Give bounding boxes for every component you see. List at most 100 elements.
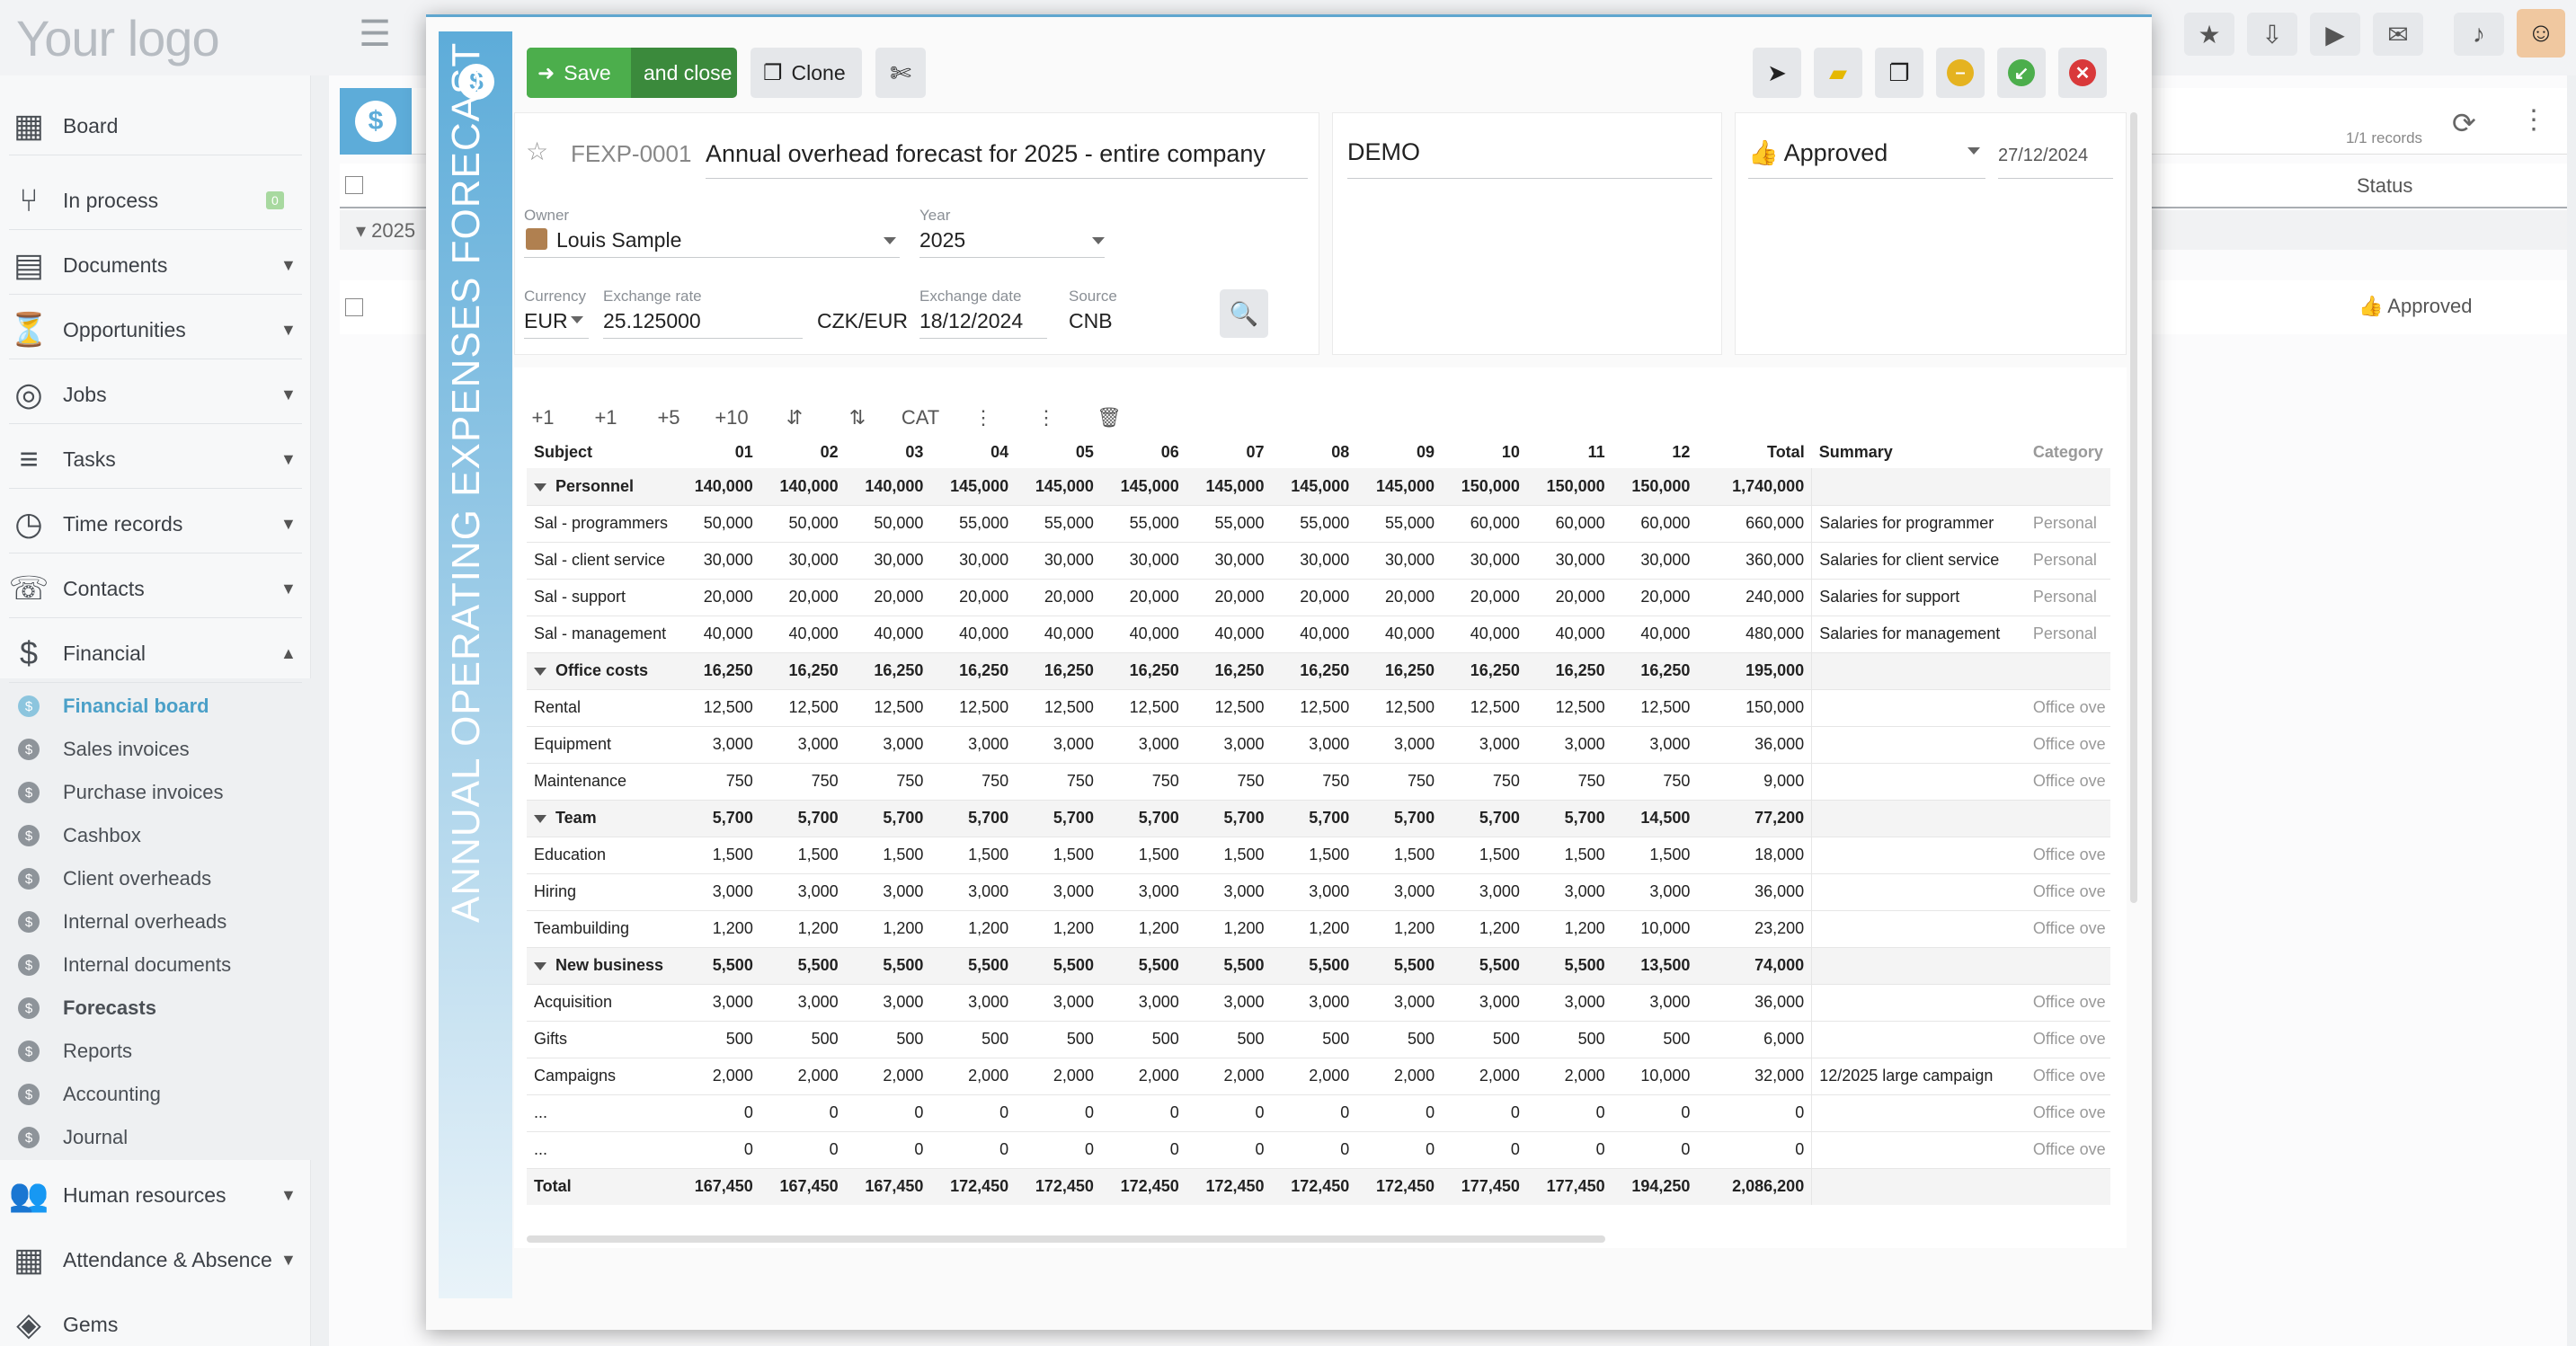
group-row[interactable]: Team 5,700 5,700 5,700 5,700 5,700 5,700 5,700 5… [527, 800, 2110, 837]
subject-cell[interactable]: Sal - management [527, 615, 676, 653]
month-cell[interactable]: 1,200 [930, 910, 1017, 948]
month-cell[interactable]: 1,200 [1100, 910, 1186, 948]
month-cell[interactable]: 16,250 [1526, 652, 1612, 690]
subject-cell[interactable]: Hiring [527, 873, 676, 911]
category-cell[interactable]: Personal [2025, 505, 2110, 543]
month-cell[interactable]: 5,700 [675, 800, 760, 837]
grid-tool-button[interactable]: +5 [649, 394, 688, 441]
month-cell[interactable]: 145,000 [930, 468, 1017, 506]
subject-cell[interactable]: Office costs [527, 652, 676, 690]
month-cell[interactable]: 172,450 [1016, 1168, 1101, 1205]
category-cell[interactable]: Office ove [2025, 1131, 2110, 1169]
grid-tool-button[interactable]: CAT [901, 394, 940, 441]
month-cell[interactable]: 167,450 [675, 1168, 760, 1205]
month-cell[interactable]: 5,500 [675, 947, 760, 985]
month-cell[interactable]: 3,000 [1442, 984, 1527, 1022]
financial-subitem[interactable]: $ Forecasts [0, 987, 311, 1030]
month-cell[interactable]: 0 [930, 1131, 1017, 1169]
month-cell[interactable]: 2,000 [1100, 1058, 1186, 1095]
month-cell[interactable]: 172,450 [1271, 1168, 1357, 1205]
month-cell[interactable]: 3,000 [845, 984, 931, 1022]
group-row[interactable]: New business 5,500 5,500 5,500 5,500 5,500 5,5… [527, 947, 2110, 985]
sidebar-item-in-process[interactable]: ⑂ In process 0 [0, 173, 311, 227]
document-title-input[interactable]: Annual overhead forecast for 2025 - enti… [706, 140, 1266, 168]
sidebar-item-financial[interactable]: $ Financial ▲ [0, 626, 311, 680]
month-cell[interactable]: 16,250 [759, 652, 846, 690]
month-cell[interactable]: 167,450 [759, 1168, 846, 1205]
month-cell[interactable]: 750 [1186, 763, 1272, 801]
month-cell[interactable]: 3,000 [1612, 984, 1698, 1022]
month-cell[interactable]: 40,000 [1612, 615, 1698, 653]
month-cell[interactable]: 3,000 [1356, 726, 1443, 764]
month-cell[interactable]: 5,500 [1186, 947, 1272, 985]
chevron-icon[interactable]: ▼ [280, 321, 297, 340]
category-cell[interactable]: Office ove [2025, 873, 2110, 911]
month-cell[interactable]: 500 [845, 1021, 931, 1058]
grid-tool-button[interactable]: +1 [523, 394, 563, 441]
table-row[interactable]: Hiring 3,000 3,000 3,000 3,000 3,000 3,000 3,00… [527, 873, 2110, 911]
month-cell[interactable]: 150,000 [1526, 468, 1612, 506]
month-cell[interactable]: 55,000 [1186, 505, 1272, 543]
month-cell[interactable]: 3,000 [930, 984, 1017, 1022]
month-cell[interactable]: 60,000 [1612, 505, 1698, 543]
table-row[interactable]: Rental 12,500 12,500 12,500 12,500 12,500 12,5… [527, 689, 2110, 727]
month-cell[interactable]: 20,000 [1016, 579, 1101, 616]
month-cell[interactable]: 0 [1442, 1094, 1527, 1132]
month-cell[interactable]: 0 [1612, 1131, 1698, 1169]
summary-cell[interactable]: Salaries for management [1811, 615, 2026, 653]
documents-button[interactable]: ❐ [1875, 48, 1923, 98]
month-cell[interactable]: 194,250 [1612, 1168, 1698, 1205]
star-icon[interactable]: ★ [2184, 13, 2234, 56]
month-cell[interactable]: 500 [1442, 1021, 1527, 1058]
summary-cell[interactable] [1811, 652, 2026, 690]
exchange-date-input[interactable]: 18/12/2024 [919, 309, 1023, 333]
month-cell[interactable]: 172,450 [1356, 1168, 1443, 1205]
table-row[interactable]: Campaigns 2,000 2,000 2,000 2,000 2,000 2,000 2… [527, 1058, 2110, 1095]
category-cell[interactable] [2025, 800, 2110, 837]
month-cell[interactable]: 500 [759, 1021, 846, 1058]
month-cell[interactable]: 500 [930, 1021, 1017, 1058]
month-cell[interactable]: 20,000 [1442, 579, 1527, 616]
status-select[interactable]: 👍 Approved [1748, 138, 1888, 167]
month-cell[interactable]: 0 [1612, 1094, 1698, 1132]
tools-button[interactable]: ✄ [875, 48, 926, 98]
category-cell[interactable]: Personal [2025, 579, 2110, 616]
video-icon[interactable]: ▶ [2310, 13, 2360, 56]
month-cell[interactable]: 3,000 [675, 984, 760, 1022]
month-cell[interactable]: 30,000 [1442, 542, 1527, 580]
grid-tool-button[interactable]: ⇅ [838, 394, 877, 441]
subject-cell[interactable]: New business [527, 947, 676, 985]
month-cell[interactable]: 16,250 [1612, 652, 1698, 690]
month-cell[interactable]: 20,000 [1100, 579, 1186, 616]
chevron-icon[interactable]: ▼ [280, 450, 297, 469]
month-cell[interactable]: 3,000 [1356, 873, 1443, 911]
month-cell[interactable]: 5,700 [1016, 800, 1101, 837]
month-cell[interactable]: 0 [1186, 1131, 1272, 1169]
month-cell[interactable]: 1,500 [845, 837, 931, 874]
favorite-star-icon[interactable]: ☆ [526, 137, 548, 166]
month-cell[interactable]: 12,500 [930, 689, 1017, 727]
month-cell[interactable]: 5,700 [1356, 800, 1443, 837]
month-cell[interactable]: 500 [675, 1021, 760, 1058]
category-cell[interactable]: Office ove [2025, 1058, 2110, 1095]
subject-cell[interactable]: Education [527, 837, 676, 874]
month-cell[interactable]: 2,000 [1271, 1058, 1357, 1095]
inbox-icon[interactable]: ⇩ [2247, 13, 2297, 56]
month-cell[interactable]: 500 [1271, 1021, 1357, 1058]
sidebar-item-attendance[interactable]: ▦ Attendance & Absence ▼ [0, 1233, 311, 1287]
month-cell[interactable]: 16,250 [1271, 652, 1357, 690]
summary-cell[interactable]: Salaries for support [1811, 579, 2026, 616]
month-cell[interactable]: 40,000 [1442, 615, 1527, 653]
subject-cell[interactable]: Campaigns [527, 1058, 676, 1095]
month-cell[interactable]: 20,000 [845, 579, 931, 616]
collapse-triangle-icon[interactable] [534, 483, 546, 491]
month-cell[interactable]: 500 [1612, 1021, 1698, 1058]
month-cell[interactable]: 3,000 [1016, 984, 1101, 1022]
month-cell[interactable]: 3,000 [1186, 873, 1272, 911]
month-cell[interactable]: 1,200 [759, 910, 846, 948]
month-cell[interactable]: 20,000 [1186, 579, 1272, 616]
summary-cell[interactable]: Salaries for client service [1811, 542, 2026, 580]
month-cell[interactable]: 16,250 [1016, 652, 1101, 690]
total-row[interactable]: Total 167,450 167,450 167,450 172,450 172,450… [527, 1168, 2110, 1205]
financial-subitem[interactable]: $ Internal documents [0, 943, 311, 987]
